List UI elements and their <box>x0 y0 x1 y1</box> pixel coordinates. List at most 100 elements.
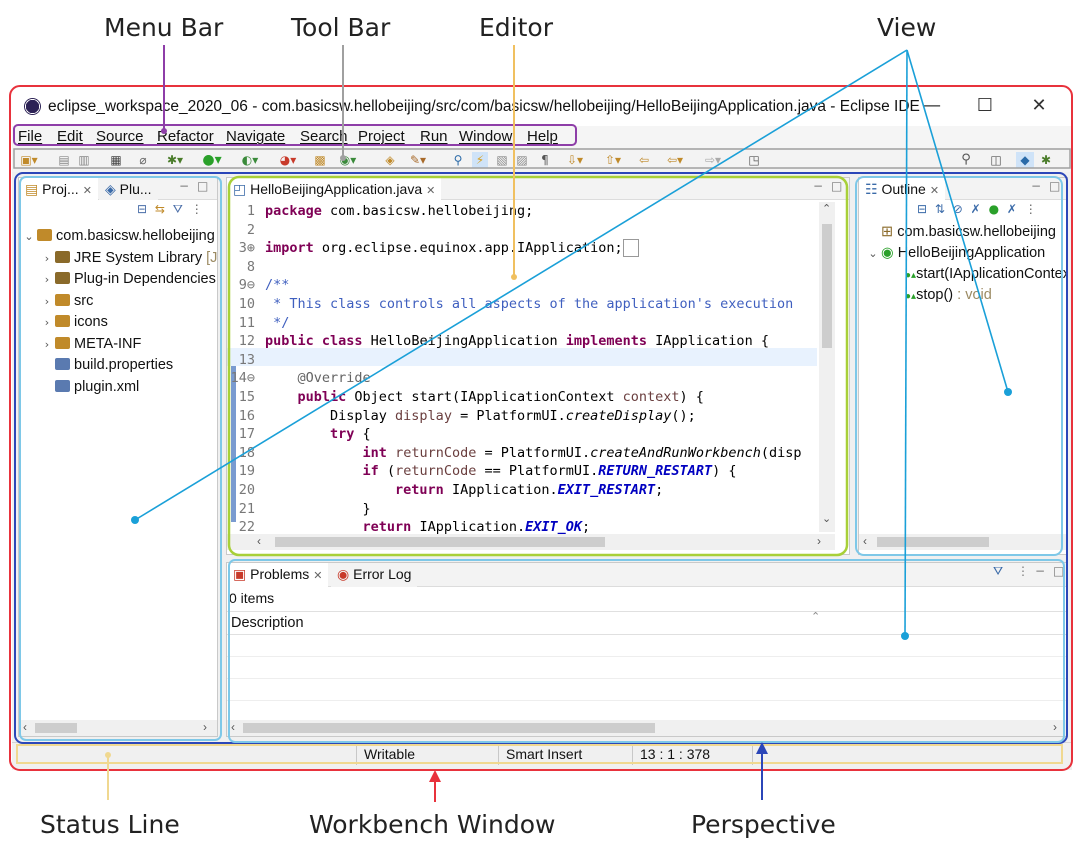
save-all-icon[interactable]: ▥ <box>76 152 92 168</box>
chevron-right-icon[interactable]: › <box>39 334 55 355</box>
problems-hscroll-thumb[interactable] <box>243 723 655 733</box>
outline-item-stop[interactable]: ●▴stop() : void <box>905 285 992 306</box>
view-menu-icon[interactable]: ⋮ <box>1017 564 1029 578</box>
scroll-right-icon[interactable]: › <box>203 720 207 734</box>
chevron-right-icon[interactable]: › <box>39 312 55 333</box>
close-icon[interactable]: ✕ <box>313 570 322 582</box>
coverage-icon[interactable]: ◐▾ <box>236 152 264 168</box>
code-line[interactable]: 13 <box>227 351 265 370</box>
filter-icon[interactable]: ⛛ <box>173 202 183 216</box>
code-area[interactable]: 1 package com.basicsw.hellobeijing; 2 3⊕ imp… <box>227 202 817 535</box>
terminal-icon[interactable]: ▦ <box>108 152 124 168</box>
debug-icon[interactable]: ✱▾ <box>162 152 188 168</box>
menu-run[interactable]: Run <box>420 128 448 145</box>
menu-source[interactable]: Source <box>96 128 144 145</box>
sort-icon[interactable]: ⇅ <box>935 202 945 216</box>
minimize-button[interactable]: — <box>912 94 952 118</box>
link-editor-icon[interactable]: ⇆ <box>155 202 165 216</box>
close-icon[interactable]: ✕ <box>426 185 435 197</box>
code-line[interactable]: 8 <box>227 258 265 277</box>
tab-error-log[interactable]: ◉ Error Log <box>331 563 418 587</box>
code-line[interactable]: 3⊕ import org.eclipse.equinox.app.IApplic… <box>227 239 639 258</box>
external-tools-icon[interactable]: ◕▾ <box>274 152 302 168</box>
code-line[interactable]: 19 if (returnCode == PlatformUI.RETURN_R… <box>227 462 737 481</box>
editor-hscroll-thumb[interactable] <box>275 537 605 547</box>
tree-item[interactable]: plugin.xml <box>39 377 139 398</box>
menu-help[interactable]: Help <box>527 128 558 145</box>
prev-annotation-icon[interactable]: ⇧▾ <box>598 152 628 168</box>
code-line[interactable]: 14⊖ @Override <box>227 369 371 388</box>
tab-plugins[interactable]: ◈ Plu... <box>99 178 158 200</box>
code-line[interactable]: 2 <box>227 221 265 240</box>
editor-hscrollbar[interactable]: ‹ › <box>227 534 835 550</box>
maximize-view-icon[interactable]: □ <box>197 179 208 193</box>
scroll-down-icon[interactable]: ⌄ <box>822 512 831 525</box>
outline-hscroll-thumb[interactable] <box>877 537 989 547</box>
close-icon[interactable]: ✕ <box>930 185 939 197</box>
maximize-view-icon[interactable]: □ <box>1049 179 1060 193</box>
hide-nonpublic-icon[interactable]: ● <box>989 202 999 216</box>
view-menu-icon[interactable]: ⋮ <box>191 202 203 216</box>
chevron-right-icon[interactable]: › <box>39 291 55 312</box>
editor-vscroll-thumb[interactable] <box>822 224 832 348</box>
new-class-icon[interactable]: ◉▾ <box>334 152 362 168</box>
problems-table-header[interactable]: Description ⌃ <box>227 611 1067 635</box>
maximize-editor-icon[interactable]: □ <box>831 179 842 193</box>
scroll-left-icon[interactable]: ‹ <box>231 720 235 734</box>
tree-item[interactable]: › icons <box>39 312 108 333</box>
status-insert-mode[interactable]: Smart Insert <box>506 746 582 762</box>
problems-hscrollbar[interactable]: ‹ › <box>227 720 1067 736</box>
pin-icon[interactable]: ⚲ <box>450 152 466 168</box>
hide-static-icon[interactable]: ✗ <box>971 202 981 216</box>
editor-vscrollbar[interactable]: ⌃ ⌄ <box>819 202 835 532</box>
column-description[interactable]: Description <box>231 615 304 631</box>
minimize-view-icon[interactable]: − <box>1035 564 1045 578</box>
close-button[interactable]: ✕ <box>1019 94 1059 118</box>
show-whitespace-icon[interactable]: ¶ <box>538 152 552 168</box>
outline-item-package[interactable]: ⊞ com.basicsw.hellobeijing <box>865 222 1056 243</box>
new-java-project-icon[interactable]: ▩ <box>312 152 328 168</box>
code-line[interactable]: 20 return IApplication.EXIT_RESTART; <box>227 481 664 500</box>
skip-breakpoints-icon[interactable]: ⌀ <box>136 152 150 168</box>
maximize-button[interactable]: ☐ <box>965 94 1005 118</box>
tree-item[interactable]: build.properties <box>39 355 173 376</box>
open-task-icon[interactable]: ✎▾ <box>404 152 432 168</box>
view-menu-icon[interactable]: ⋮ <box>1025 202 1037 216</box>
new-icon[interactable]: ▣▾ <box>20 152 38 168</box>
outline-hscrollbar[interactable]: ‹ <box>859 534 1067 550</box>
tab-outline[interactable]: ☷ Outline ✕ <box>859 178 946 200</box>
code-line[interactable]: 21 } <box>227 500 371 519</box>
tree-item[interactable]: › JRE System Library [Ja <box>39 248 217 269</box>
hide-fields-icon[interactable]: ⊘ <box>953 202 963 216</box>
block-selection-icon[interactable]: ▧ <box>494 152 510 168</box>
menu-window[interactable]: Window <box>459 128 512 145</box>
minimize-view-icon[interactable]: − <box>179 179 189 193</box>
code-line[interactable]: 16 Display display = PlatformUI.createDi… <box>227 407 696 426</box>
tree-item[interactable]: › src <box>39 291 94 312</box>
toggle-breadcrumb-icon[interactable]: ▨ <box>514 152 530 168</box>
open-perspective-icon[interactable]: ◳ <box>746 152 762 168</box>
code-line[interactable]: 15 public Object start(IApplicationConte… <box>227 388 704 407</box>
debug-perspective-icon[interactable]: ✱ <box>1038 152 1054 168</box>
minimize-editor-icon[interactable]: − <box>813 179 823 193</box>
chevron-down-icon[interactable]: ⌄ <box>21 226 37 247</box>
status-cursor-position[interactable]: 13 : 1 : 378 <box>640 746 710 762</box>
scroll-left-icon[interactable]: ‹ <box>257 534 261 548</box>
code-line[interactable]: 11 */ <box>227 314 290 333</box>
minimize-view-icon[interactable]: − <box>1031 179 1041 193</box>
menu-refactor[interactable]: Refactor <box>157 128 214 145</box>
code-line[interactable]: 18 int returnCode = PlatformUI.createAnd… <box>227 444 802 463</box>
menu-file[interactable]: File <box>18 128 42 145</box>
code-line[interactable]: 10 * This class controls all aspects of … <box>227 295 794 314</box>
code-line[interactable]: 1 package com.basicsw.hellobeijing; <box>227 202 533 221</box>
chevron-right-icon[interactable]: › <box>39 248 55 269</box>
search-icon[interactable]: ⚲ <box>958 152 974 168</box>
code-line[interactable]: 17 try { <box>227 425 371 444</box>
explorer-hscroll-thumb[interactable] <box>35 723 77 733</box>
tab-problems[interactable]: ▣ Problems ✕ <box>227 563 329 587</box>
mark-occurrences-icon[interactable]: ⚡ <box>472 152 488 168</box>
scroll-right-icon[interactable]: › <box>817 534 821 548</box>
maximize-view-icon[interactable]: □ <box>1053 564 1064 578</box>
scroll-up-icon[interactable]: ⌃ <box>822 202 831 215</box>
next-annotation-icon[interactable]: ⇩▾ <box>560 152 590 168</box>
